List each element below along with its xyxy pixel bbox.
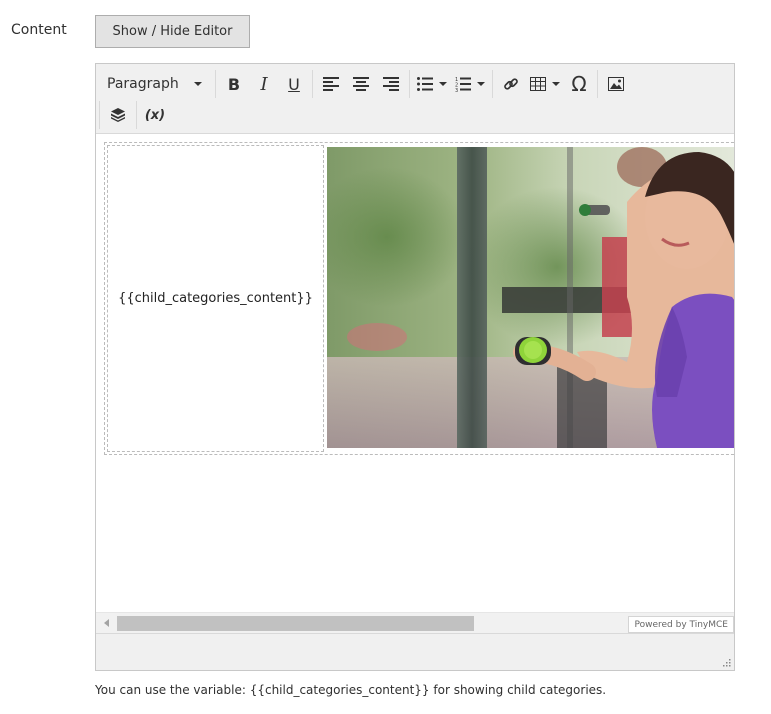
image-icon <box>608 77 624 91</box>
italic-button[interactable]: I <box>249 70 279 98</box>
field-note: You can use the variable: {{child_catego… <box>95 683 607 697</box>
toolbar-divider <box>99 101 100 129</box>
editor-content-area[interactable]: {{child_categories_content}} <box>96 134 734 612</box>
chevron-down-icon <box>439 82 447 86</box>
svg-text:3: 3 <box>455 88 458 92</box>
link-icon <box>504 78 518 90</box>
insert-image-button[interactable] <box>601 70 631 98</box>
underline-button[interactable]: U <box>279 70 309 98</box>
variable-icon: (x) <box>144 107 166 123</box>
toolbar-divider <box>136 101 137 129</box>
insert-link-button[interactable] <box>496 70 526 98</box>
align-center-button[interactable] <box>346 70 376 98</box>
widget-icon <box>111 108 125 122</box>
special-character-button[interactable]: Ω <box>564 70 594 98</box>
align-left-icon <box>323 77 339 91</box>
content-table: {{child_categories_content}} <box>104 142 734 455</box>
field-label-content: Content <box>11 22 67 38</box>
toolbar-divider <box>492 70 493 98</box>
chevron-down-icon <box>477 82 485 86</box>
fitness-banner-image[interactable] <box>327 147 734 448</box>
horizontal-scrollbar[interactable]: Powered by TinyMCE <box>96 612 734 633</box>
toolbar-divider <box>409 70 410 98</box>
align-right-icon <box>383 77 399 91</box>
paragraph-format-select[interactable]: Paragraph <box>96 70 212 98</box>
numbered-list-icon: 123 <box>455 77 471 92</box>
align-right-button[interactable] <box>376 70 406 98</box>
bold-icon: B <box>227 74 241 94</box>
toolbar-divider <box>597 70 598 98</box>
table-icon <box>530 77 546 91</box>
resize-handle-icon[interactable] <box>722 658 731 667</box>
scrollbar-thumb[interactable] <box>117 616 474 631</box>
bullet-list-icon <box>417 77 433 91</box>
fitness-banner-graphic <box>327 147 734 448</box>
numbered-list-button[interactable]: 123 <box>451 70 489 98</box>
paragraph-format-label: Paragraph <box>107 76 179 92</box>
insert-variable-button[interactable]: (x) <box>140 101 170 129</box>
italic-icon: I <box>260 73 268 95</box>
align-center-icon <box>353 77 369 91</box>
chevron-down-icon <box>194 82 202 86</box>
toolbar-divider <box>312 70 313 98</box>
child-categories-variable[interactable]: {{child_categories_content}} <box>107 145 324 452</box>
editor-toolbar: Paragraph B I U 1 2 3 Ω (x) <box>96 64 734 134</box>
toolbar-row-2: (x) <box>96 98 170 132</box>
powered-by-tinymce[interactable]: Powered by TinyMCE <box>628 616 734 633</box>
chevron-down-icon <box>552 82 560 86</box>
omega-icon: Ω <box>571 72 587 96</box>
toolbar-row-1: Paragraph B I U 1 2 3 Ω <box>96 67 631 101</box>
show-hide-editor-button[interactable]: Show / Hide Editor <box>95 15 250 48</box>
align-left-button[interactable] <box>316 70 346 98</box>
toolbar-divider <box>215 70 216 98</box>
editor-statusbar <box>96 633 734 670</box>
scroll-left-icon[interactable] <box>104 619 109 627</box>
underline-icon: U <box>288 74 300 94</box>
insert-widget-button[interactable] <box>103 101 133 129</box>
insert-table-button[interactable] <box>526 70 564 98</box>
wysiwyg-editor: Paragraph B I U 1 2 3 Ω (x) {{child_cate… <box>95 63 735 671</box>
bullet-list-button[interactable] <box>413 70 451 98</box>
bold-button[interactable]: B <box>219 70 249 98</box>
